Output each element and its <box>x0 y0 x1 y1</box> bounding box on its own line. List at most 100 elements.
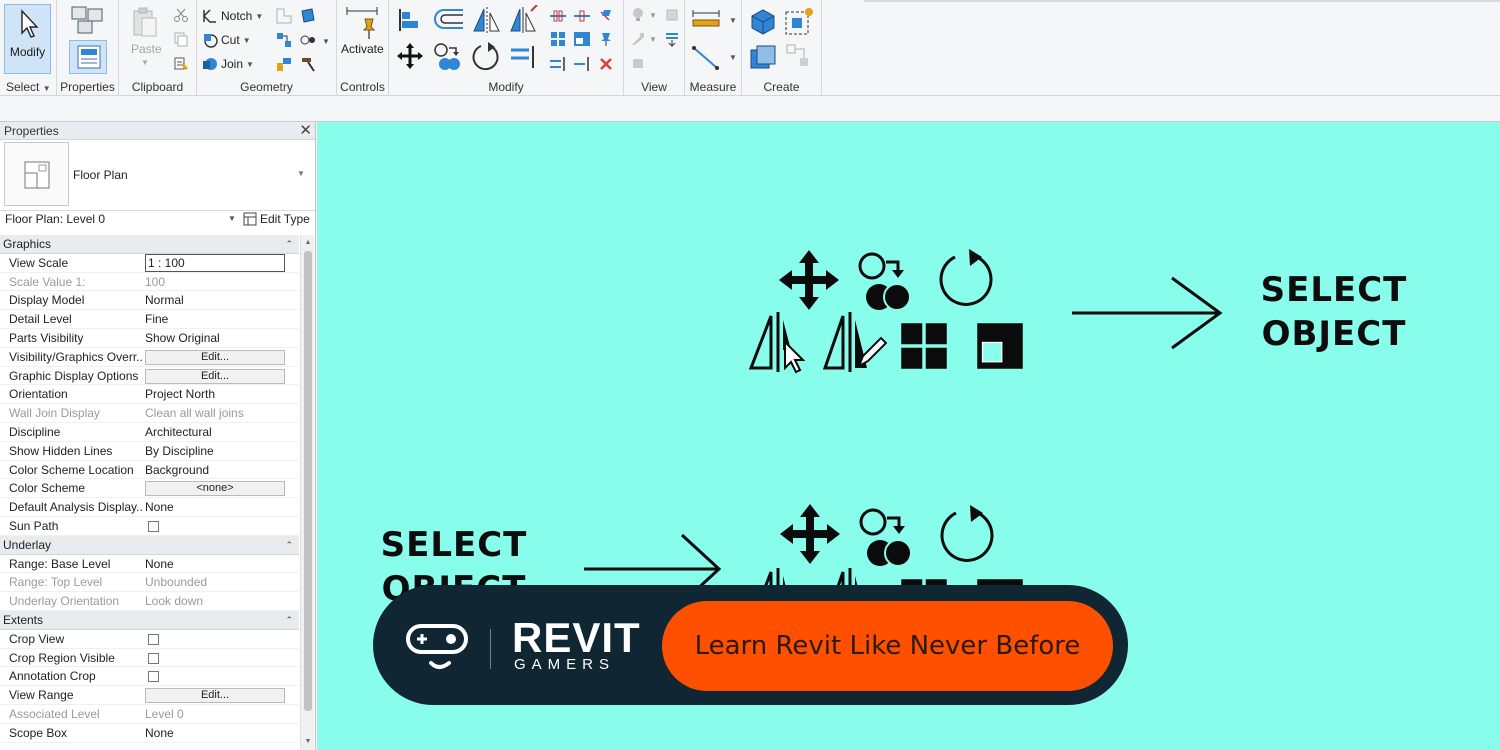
create-parts-icon[interactable] <box>748 6 778 36</box>
property-name: Range: Top Level <box>9 575 103 590</box>
type-selector[interactable]: Floor Plan <box>73 168 128 182</box>
scroll-down-icon[interactable]: ▼ <box>301 736 315 748</box>
rotate-icon[interactable] <box>472 41 502 73</box>
property-checkbox[interactable] <box>148 633 159 645</box>
wall-profile-icon[interactable] <box>275 55 293 73</box>
cut-button[interactable]: Cut ▼ <box>202 32 251 48</box>
lightbulb-icon[interactable] <box>630 7 646 23</box>
demolish-icon[interactable] <box>299 31 317 49</box>
array-icon[interactable] <box>549 31 567 47</box>
instance-selector[interactable]: Floor Plan: Level 0 <box>5 212 105 226</box>
property-value[interactable]: None <box>145 500 174 514</box>
paint-icon[interactable] <box>299 7 317 25</box>
notch-icon <box>203 9 216 23</box>
mirror-pick-axis-icon[interactable] <box>471 5 501 35</box>
edit-type-button[interactable]: Edit Type <box>243 212 310 226</box>
modify-button[interactable]: Modify <box>4 4 51 74</box>
cut-scissors-icon[interactable] <box>173 7 189 23</box>
property-name: Visibility/Graphics Overr... <box>9 349 143 364</box>
create-group-icon[interactable] <box>784 6 814 36</box>
split-element-icon[interactable] <box>549 8 567 24</box>
collapse-icon[interactable]: ⌃ <box>285 235 293 253</box>
section-header-graphics[interactable]: Graphics ⌃ <box>0 235 299 254</box>
property-checkbox[interactable] <box>148 520 159 532</box>
linework-chevron-icon[interactable]: ▼ <box>649 35 657 44</box>
cta-button[interactable]: Learn Revit Like Never Before <box>662 601 1113 691</box>
property-value[interactable]: None <box>145 557 174 571</box>
hammer-icon[interactable] <box>299 55 317 73</box>
close-icon[interactable]: ✕ <box>299 123 312 139</box>
select-dropdown[interactable]: Select ▼ <box>6 80 51 94</box>
mirror-draw-axis-icon[interactable] <box>509 5 539 35</box>
match-type-icon[interactable] <box>173 55 189 71</box>
hide-chevron-icon[interactable]: ▼ <box>649 11 657 20</box>
property-value[interactable]: Background <box>145 463 209 477</box>
activate-pin-icon[interactable] <box>345 5 379 41</box>
copy-clipboard-icon[interactable] <box>173 31 189 47</box>
activate-label[interactable]: Activate <box>341 42 384 56</box>
property-edit-button[interactable]: Edit... <box>145 688 285 704</box>
paste-icon[interactable] <box>131 6 159 40</box>
collapse-icon[interactable]: ⌃ <box>285 611 293 629</box>
property-row: Wall Join Display Clean all wall joins <box>0 404 299 423</box>
property-checkbox[interactable] <box>148 671 159 683</box>
property-checkbox[interactable] <box>148 652 159 664</box>
split-gap-icon[interactable] <box>573 8 591 24</box>
property-name: Crop View <box>9 631 65 646</box>
collapse-icon[interactable]: ⌃ <box>285 536 293 554</box>
measure-chevron-icon[interactable]: ▼ <box>729 16 737 25</box>
offset-icon[interactable] <box>433 7 467 33</box>
move-icon[interactable] <box>396 42 424 70</box>
copy-icon[interactable] <box>434 42 464 72</box>
paste-label: Paste <box>131 42 162 56</box>
dimension-chevron-icon[interactable]: ▼ <box>729 53 737 62</box>
override-graphics-icon[interactable] <box>664 7 680 23</box>
property-edit-button[interactable]: <none> <box>145 481 285 497</box>
notch-chevron-icon: ▼ <box>255 11 264 21</box>
instance-chevron-icon[interactable]: ▼ <box>228 214 236 223</box>
property-value[interactable]: Fine <box>145 312 168 326</box>
section-header-extents[interactable]: Extents ⌃ <box>0 610 299 630</box>
create-assembly-icon[interactable] <box>748 42 778 72</box>
measure-icon[interactable] <box>691 9 721 29</box>
properties-scrollbar[interactable]: ▲ ▼ <box>300 235 314 750</box>
trim-multiple-icon[interactable] <box>573 56 591 72</box>
type-properties-icon[interactable] <box>70 5 106 37</box>
trim-single-icon[interactable] <box>549 56 567 72</box>
property-value[interactable]: None <box>145 726 174 740</box>
geometry-chevron-icon[interactable]: ▼ <box>322 37 330 46</box>
brand-subname: GAMERS <box>514 656 616 673</box>
property-value[interactable]: Normal <box>145 293 184 307</box>
notch-button[interactable]: Notch ▼ <box>202 8 263 24</box>
scale-icon[interactable] <box>573 31 591 47</box>
properties-button[interactable] <box>69 40 107 74</box>
paste-chevron-icon[interactable]: ▼ <box>141 58 149 67</box>
wall-joins-icon[interactable] <box>275 7 293 25</box>
property-value[interactable]: By Discipline <box>145 444 214 458</box>
property-row: Color Scheme Location Background <box>0 461 299 480</box>
join-button[interactable]: Join ▼ <box>202 56 254 72</box>
align-icon[interactable] <box>397 7 423 33</box>
property-value[interactable]: Show Original <box>145 331 220 345</box>
property-name: View Range <box>9 688 74 703</box>
aligned-dimension-icon[interactable] <box>691 44 721 72</box>
halftone-icon[interactable] <box>630 55 646 71</box>
property-value[interactable]: Project North <box>145 387 215 401</box>
linework-brush-icon[interactable] <box>630 31 646 47</box>
scroll-thumb[interactable] <box>304 251 312 711</box>
delete-icon[interactable] <box>597 56 615 72</box>
section-header-underlay[interactable]: Underlay ⌃ <box>0 535 299 555</box>
property-value[interactable]: Architectural <box>145 425 212 439</box>
property-value-input[interactable]: 1 : 100 <box>145 253 285 272</box>
trim-extend-icon[interactable] <box>509 44 539 70</box>
pin-icon[interactable] <box>597 31 615 47</box>
type-chevron-icon[interactable]: ▼ <box>297 169 305 178</box>
property-edit-button[interactable]: Edit... <box>145 368 285 384</box>
split-face-icon[interactable] <box>275 31 293 49</box>
filter-down-icon[interactable] <box>664 31 680 47</box>
scroll-up-icon[interactable]: ▲ <box>301 237 315 249</box>
unpin-icon[interactable] <box>597 8 615 24</box>
property-edit-button[interactable]: Edit... <box>145 349 285 365</box>
notch-label: Notch <box>221 9 253 23</box>
similar-placement-icon[interactable] <box>784 42 814 72</box>
